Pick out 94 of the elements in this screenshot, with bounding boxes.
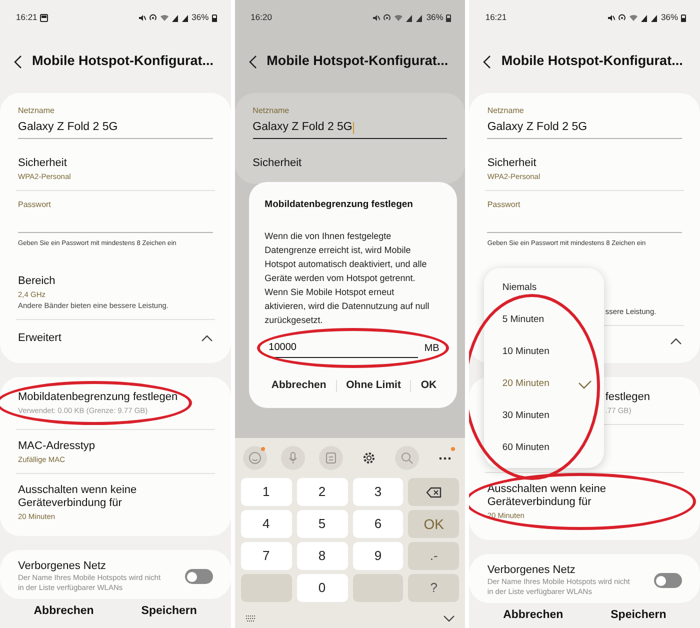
key[interactable]: 8: [296, 542, 348, 570]
field-label: Netzname: [252, 105, 290, 117]
collapse-icon[interactable]: [670, 338, 682, 345]
key[interactable]: 5: [296, 510, 348, 538]
menu-option[interactable]: 30 Minuten: [484, 400, 604, 432]
screen-title: Mobile Hotspot-Konfigurat...: [32, 52, 214, 70]
key[interactable]: 4: [240, 510, 292, 538]
setting-title[interactable]: MAC-Adresstyp: [18, 440, 213, 454]
menu-option[interactable]: 60 Minuten: [484, 432, 604, 464]
setting-title: Verborgenes Netz: [487, 564, 576, 578]
bottom-button[interactable]: Abbrechen: [497, 605, 570, 627]
wifi-icon: [394, 14, 404, 22]
settings-icon: [362, 451, 376, 465]
back-icon: [248, 54, 257, 68]
key[interactable]: 6: [352, 510, 404, 538]
back-icon: [14, 54, 22, 68]
setting-title: festlegen: [605, 390, 651, 404]
field-label: Passwort: [487, 198, 522, 211]
notification-dot: [260, 447, 265, 451]
menu-option[interactable]: Niemals: [484, 272, 604, 304]
setting-title[interactable]: Ausschalten wenn keine Geräteverbindung für: [18, 484, 213, 510]
setting-title[interactable]: Sicherheit: [18, 157, 213, 170]
toggle-switch[interactable]: [184, 569, 213, 584]
backspace-key[interactable]: [408, 478, 460, 506]
section-title: Erweitert: [18, 332, 62, 345]
check-icon: [578, 380, 592, 388]
status-time: 16:21: [16, 11, 38, 24]
menu-option[interactable]: 20 Minuten: [484, 368, 604, 400]
key[interactable]: 0: [296, 574, 348, 602]
back-button[interactable]: [248, 54, 257, 68]
screen-title: Mobile Hotspot-Konfigurat...: [501, 52, 683, 70]
battery-icon: [681, 14, 686, 22]
input-field[interactable]: Galaxy Z Fold 2 5G: [252, 117, 448, 139]
setting-title[interactable]: Sicherheit: [252, 157, 448, 170]
hotspot-icon: [618, 14, 626, 22]
hide-keyboard-icon[interactable]: [443, 614, 456, 622]
back-button[interactable]: [14, 54, 22, 68]
wifi-icon: [629, 14, 638, 22]
key[interactable]: 2: [296, 478, 348, 506]
mute-icon: [607, 14, 615, 22]
battery-icon: [212, 14, 217, 22]
unit-label: MB: [424, 342, 440, 356]
setting-title: Verborgenes Netz: [18, 560, 108, 574]
notification-dot: [451, 447, 456, 451]
dialog-message: Wenn die von Ihnen festgelegte Datengrenze erreicht ist, wird Mobile Hotspot automatisch deaktiviert, und alle Geräte werden vom Hotspot getrennt. Wenn Sie Mobile Hotspot erneut aktivieren, wird die Datennutzung auf null zurückgesetzt.: [264, 230, 430, 327]
key[interactable]: OK: [408, 510, 460, 538]
bottom-button[interactable]: Abbrechen: [28, 601, 100, 623]
setting-title[interactable]: Mobildatenbegrenzung festlegen: [18, 390, 178, 404]
wifi-icon: [160, 14, 169, 22]
emoji-icon: [248, 451, 262, 465]
setting-title[interactable]: Sicherheit: [487, 157, 682, 170]
menu-option[interactable]: 10 Minuten: [484, 336, 604, 368]
key[interactable]: 3: [352, 478, 404, 506]
field-label: Passwort: [18, 198, 52, 211]
bottom-button[interactable]: Speichern: [135, 601, 203, 623]
menu-option[interactable]: 5 Minuten: [484, 304, 604, 336]
search-icon: [400, 451, 414, 465]
battery-level: 36%: [192, 11, 209, 24]
input-field[interactable]: 10000: [268, 338, 418, 358]
key[interactable]: 1: [240, 478, 292, 506]
screen-title: Mobile Hotspot-Konfigurat...: [266, 52, 448, 70]
hotspot-icon: [148, 14, 157, 22]
back-button[interactable]: [483, 54, 492, 68]
battery-level: 36%: [426, 11, 444, 24]
status-time: 16:21: [485, 11, 507, 24]
backspace-icon: [426, 486, 442, 498]
dialog-button[interactable]: Abbrechen: [267, 378, 330, 394]
dialog-button[interactable]: Ohne Limit: [342, 378, 405, 394]
key[interactable]: 9: [352, 542, 404, 570]
input-field[interactable]: Galaxy Z Fold 2 5G: [18, 117, 213, 139]
field-label: Netzname: [18, 105, 56, 117]
mute-icon: [372, 14, 380, 22]
toggle-switch[interactable]: [654, 573, 682, 588]
more-icon: [439, 456, 452, 460]
key[interactable]: ?: [408, 574, 460, 602]
dialog-button[interactable]: OK: [416, 378, 441, 394]
key[interactable]: 7: [240, 542, 292, 570]
input-field[interactable]: Galaxy Z Fold 2 5G: [487, 117, 682, 139]
field-label: Netzname: [487, 105, 525, 117]
setting-title[interactable]: Ausschalten wenn keine Geräteverbindung für: [487, 482, 682, 509]
bottom-button[interactable]: Speichern: [604, 605, 672, 627]
battery-icon: [446, 14, 452, 22]
gallery-icon: [40, 14, 48, 22]
setting-title[interactable]: Bereich: [18, 274, 213, 288]
clipboard-icon: [324, 451, 338, 465]
collapse-icon[interactable]: [200, 334, 213, 342]
mute-icon: [138, 14, 146, 22]
back-icon: [483, 54, 492, 68]
battery-level: 36%: [661, 11, 678, 24]
hotspot-icon: [383, 14, 392, 22]
key[interactable]: .-: [408, 542, 460, 570]
status-time: 16:20: [250, 11, 272, 24]
dialog-title: Mobildatenbegrenzung festlegen: [264, 198, 414, 212]
keyboard-icon[interactable]: [244, 614, 257, 622]
